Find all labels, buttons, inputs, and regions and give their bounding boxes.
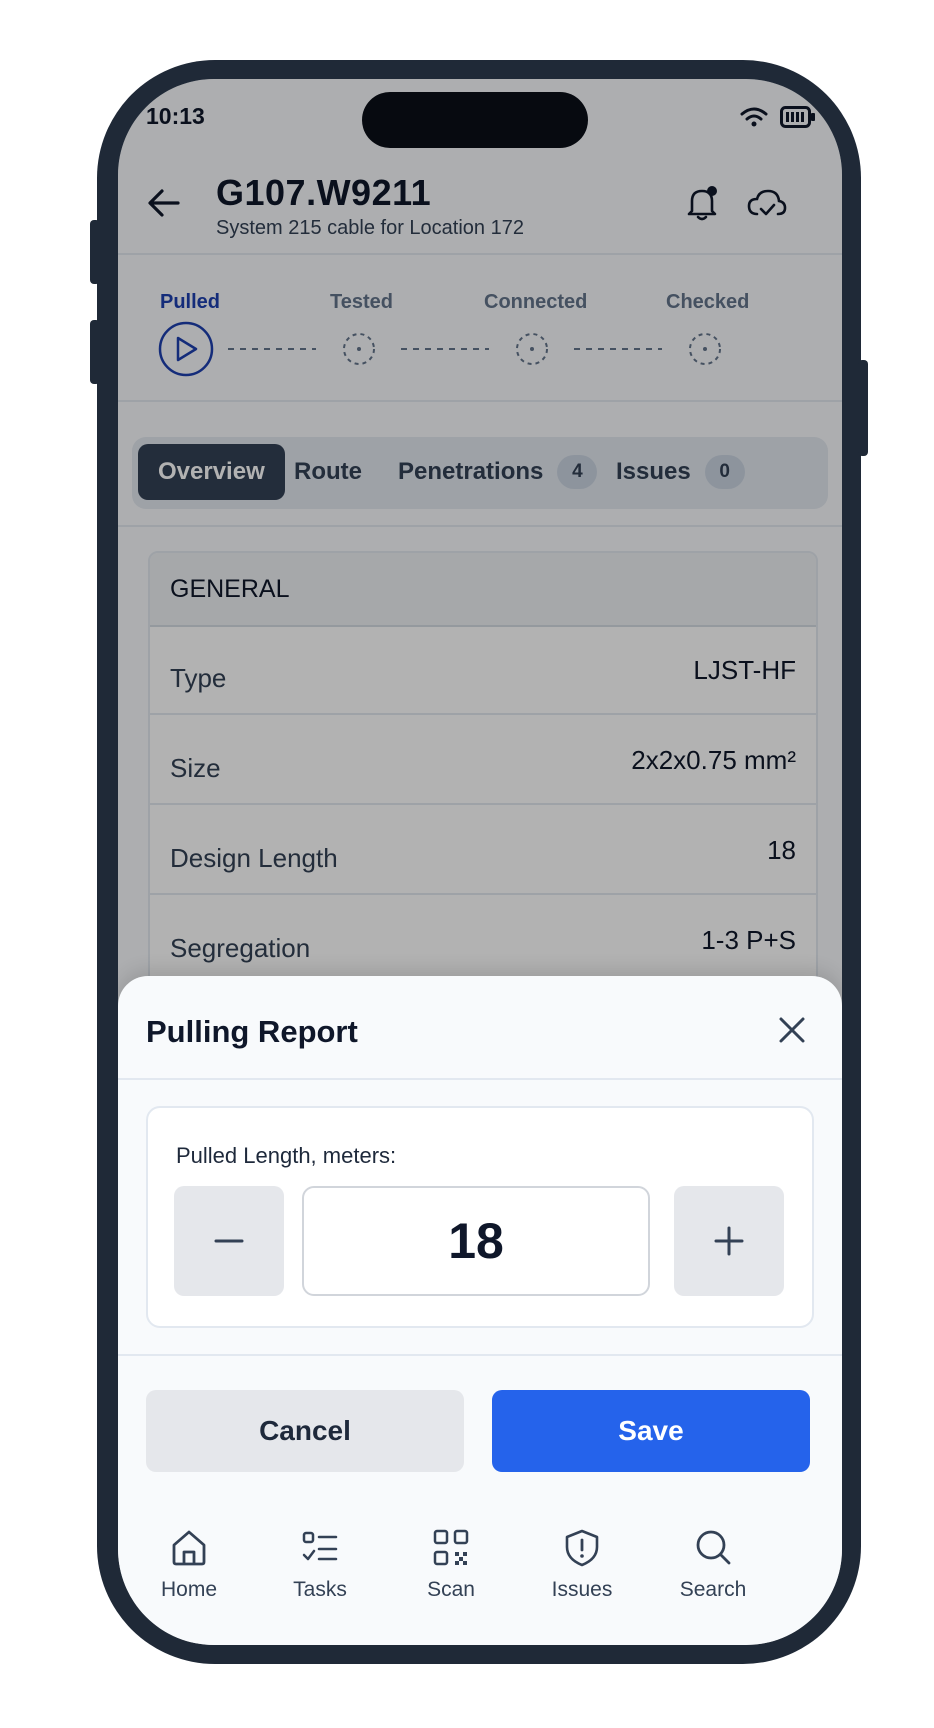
divider bbox=[118, 1354, 842, 1356]
nav-label: Home bbox=[160, 1578, 218, 1601]
length-panel: Pulled Length, meters: 18 bbox=[146, 1106, 814, 1328]
field-label: Pulled Length, meters: bbox=[176, 1143, 397, 1168]
bottom-nav: Home Tasks Scan Issues Search bbox=[118, 1512, 842, 1645]
phone-screen: 10:13 G107.W9211 System 215 cable for Lo… bbox=[118, 79, 842, 1645]
home-icon bbox=[172, 1530, 206, 1566]
nav-item-search[interactable]: Search bbox=[658, 1528, 768, 1602]
close-icon[interactable] bbox=[774, 1012, 810, 1048]
pulled-length-input[interactable]: 18 bbox=[302, 1186, 650, 1296]
search-icon bbox=[696, 1530, 731, 1565]
nav-label: Scan bbox=[427, 1578, 475, 1601]
sheet-title: Pulling Report bbox=[146, 1014, 358, 1049]
nav-label: Search bbox=[679, 1578, 747, 1601]
shield-alert-icon bbox=[565, 1529, 599, 1567]
phone-side-button bbox=[90, 220, 100, 284]
phone-side-button bbox=[90, 320, 100, 384]
nav-label: Issues bbox=[551, 1578, 613, 1601]
nav-item-issues[interactable]: Issues bbox=[527, 1528, 637, 1602]
nav-item-tasks[interactable]: Tasks bbox=[265, 1528, 375, 1602]
minus-icon bbox=[214, 1239, 244, 1243]
phone-side-button bbox=[858, 360, 868, 456]
plus-icon bbox=[714, 1226, 744, 1256]
cancel-button[interactable]: Cancel bbox=[146, 1390, 464, 1472]
tasks-icon bbox=[302, 1531, 338, 1561]
qr-scan-icon bbox=[433, 1529, 469, 1566]
nav-item-scan[interactable]: Scan bbox=[396, 1528, 506, 1602]
nav-item-home[interactable]: Home bbox=[134, 1528, 244, 1602]
save-button[interactable]: Save bbox=[492, 1390, 810, 1472]
pulling-report-sheet: Pulling Report Pulled Length, meters: 18… bbox=[118, 976, 842, 1512]
decrement-button[interactable] bbox=[174, 1186, 284, 1296]
divider bbox=[118, 1078, 842, 1080]
increment-button[interactable] bbox=[674, 1186, 784, 1296]
nav-label: Tasks bbox=[293, 1578, 347, 1601]
